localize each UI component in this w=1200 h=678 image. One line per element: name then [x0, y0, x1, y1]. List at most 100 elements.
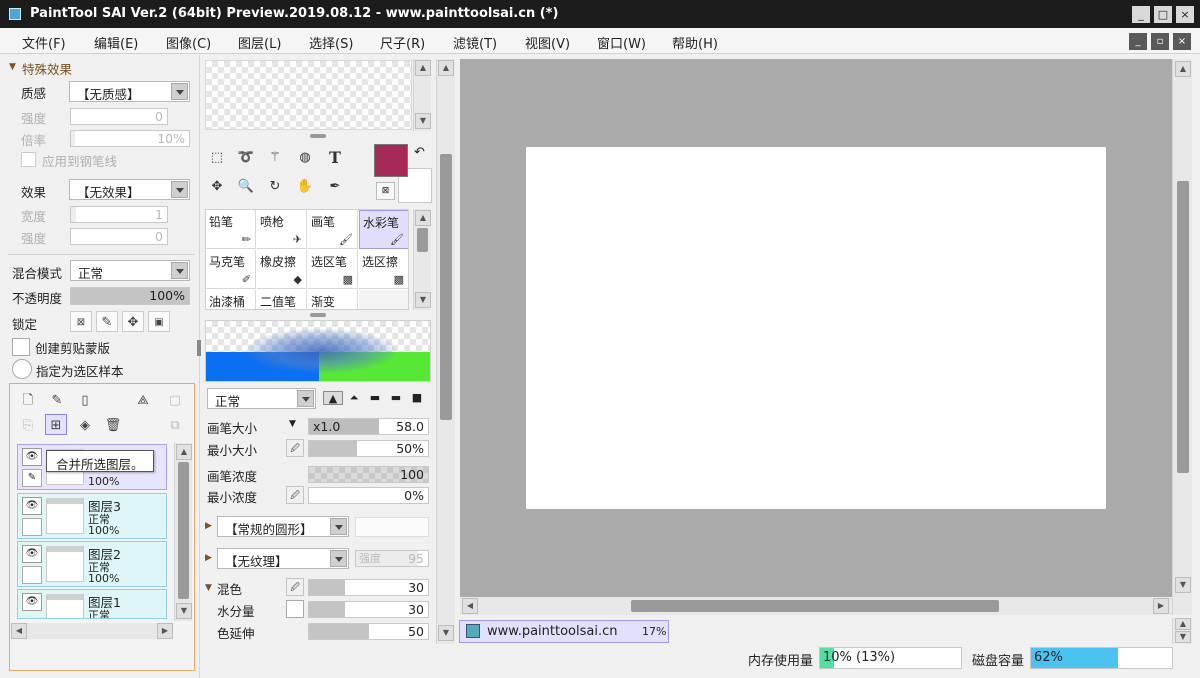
brush-scrollbar[interactable]: ▲ ▼	[413, 209, 431, 310]
shape-round3-icon[interactable]: ▬	[386, 391, 406, 405]
brush-bucket[interactable]: 油漆桶	[206, 290, 256, 309]
brush-pencil[interactable]: 铅笔 ✏	[206, 210, 256, 249]
scroll-thumb[interactable]	[631, 600, 999, 612]
canvas[interactable]	[526, 147, 1106, 509]
scroll-thumb[interactable]	[1177, 181, 1189, 473]
menu-layer[interactable]: 图层(L)	[238, 33, 281, 52]
eye-icon[interactable]: 👁	[22, 448, 42, 466]
brush-shape-select[interactable]: 【常规的圆形】	[217, 516, 349, 537]
scroll-down-icon[interactable]: ▼	[415, 113, 431, 129]
scroll-thumb[interactable]	[417, 228, 428, 252]
scroll-down-icon[interactable]: ▼	[415, 292, 431, 308]
strength2-slider[interactable]: 0	[70, 228, 168, 245]
brush-gradient[interactable]: 渐变	[308, 290, 358, 309]
menu-window[interactable]: 窗口(W)	[597, 33, 646, 52]
minimize-button[interactable]: _	[1132, 6, 1150, 23]
scroll-up-icon[interactable]: ▲	[415, 60, 431, 76]
mdi-close-button[interactable]: ×	[1173, 33, 1191, 50]
new-folder-icon[interactable]: ▯	[74, 390, 96, 411]
layer-flag-box[interactable]	[22, 518, 42, 536]
menu-ruler[interactable]: 尺子(R)	[380, 33, 425, 52]
water-checkbox[interactable]	[286, 600, 304, 618]
stretch-slider[interactable]: 50	[308, 623, 429, 640]
eye-icon[interactable]: 👁	[22, 545, 42, 563]
shape-round2-icon[interactable]: ▬	[365, 391, 385, 405]
rotate-icon[interactable]: ↻	[263, 176, 287, 198]
menu-edit[interactable]: 编辑(E)	[94, 33, 138, 52]
menu-file[interactable]: 文件(F)	[22, 33, 66, 52]
apply-line-checkbox[interactable]	[21, 152, 36, 167]
expand-icon[interactable]: ▶	[205, 553, 212, 563]
scroll-left-icon[interactable]: ◀	[11, 623, 27, 639]
brush-eraser[interactable]: 橡皮擦 ◆	[257, 250, 307, 289]
navigator-scrollbar[interactable]: ▲ ▼	[413, 59, 431, 131]
magic-wand-icon[interactable]: ⚚	[263, 147, 287, 169]
sample-radio[interactable]	[12, 359, 32, 379]
brush-watercolor[interactable]: 水彩笔 🖌	[359, 210, 408, 249]
lasso-icon[interactable]: ➰	[234, 147, 258, 169]
scroll-up-icon[interactable]: ▲	[415, 210, 431, 226]
lock-all-icon[interactable]: ▣	[148, 311, 170, 332]
brush-select-eraser[interactable]: 选区擦 ▩	[359, 250, 408, 289]
layer-mask-icon[interactable]: ▢	[164, 390, 186, 411]
layer-row[interactable]: 👁 图层2 正常 100%	[17, 541, 167, 587]
scroll-up-icon[interactable]: ▲	[1175, 618, 1191, 630]
layer-effect-icon[interactable]: ⟁	[132, 390, 154, 411]
scroll-thumb[interactable]	[440, 154, 452, 420]
layer-menu-icon[interactable]: ⧉	[164, 415, 186, 436]
scroll-down-icon[interactable]: ▼	[1175, 577, 1191, 593]
layer-list-scrollbar[interactable]: ▲ ▼	[174, 443, 192, 621]
pen-icon[interactable]: ✎	[22, 469, 42, 487]
brush-size-slider[interactable]: x1.0 58.0	[308, 418, 429, 435]
scroll-right-icon[interactable]: ▶	[1153, 598, 1169, 614]
scroll-up-icon[interactable]: ▲	[176, 444, 192, 460]
mdi-restore-button[interactable]: ▫	[1151, 33, 1169, 50]
layer-row[interactable]: 👁 图层3 正常 100%	[17, 493, 167, 539]
collapse-icon[interactable]: ▼	[9, 62, 16, 72]
text-icon[interactable]: T	[323, 147, 347, 169]
primary-color-swatch[interactable]	[374, 144, 408, 177]
density-slider[interactable]: 100	[308, 466, 429, 483]
scroll-right-icon[interactable]: ▶	[157, 623, 173, 639]
brush-binary[interactable]: 二值笔	[257, 290, 307, 309]
eyedropper-icon[interactable]: ✒	[323, 176, 347, 198]
maximize-button[interactable]: □	[1154, 6, 1172, 23]
brush-brush[interactable]: 画笔 🖌	[308, 210, 358, 249]
opacity-slider[interactable]: 100%	[70, 287, 190, 305]
scroll-down-icon[interactable]: ▼	[176, 603, 192, 619]
shape-strength-slider[interactable]	[355, 517, 429, 537]
menu-view[interactable]: 视图(V)	[525, 33, 570, 52]
clip-mask-checkbox[interactable]	[12, 338, 30, 356]
tool-panel-scrollbar[interactable]: ▲ ▼	[436, 59, 455, 644]
collapse-icon[interactable]: ▼	[205, 583, 212, 593]
brush-select-pen[interactable]: 选区笔 ▩	[308, 250, 358, 289]
transparent-color-icon[interactable]: ⊠	[376, 182, 395, 200]
brush-mode-select[interactable]: 正常	[207, 388, 316, 409]
min-size-slider[interactable]: 50%	[308, 440, 429, 457]
bucket-icon[interactable]: ◍	[293, 147, 317, 169]
brush-marker[interactable]: 马克笔 ✐	[206, 250, 256, 289]
layer-flag-box[interactable]	[22, 566, 42, 584]
scroll-down-icon[interactable]: ▼	[438, 625, 454, 641]
blend-slider[interactable]: 30	[308, 579, 429, 596]
scale-slider[interactable]: 10%	[70, 130, 190, 147]
texture-select[interactable]: 【无质感】	[69, 81, 190, 102]
menu-help[interactable]: 帮助(H)	[672, 33, 718, 52]
shape-sharp-icon[interactable]: ▲	[323, 391, 343, 405]
brush-texture-select[interactable]: 【无纹理】	[217, 548, 349, 569]
resize-handle[interactable]	[310, 313, 326, 317]
scroll-left-icon[interactable]: ◀	[462, 598, 478, 614]
menu-select[interactable]: 选择(S)	[309, 33, 353, 52]
size-dropdown-icon[interactable]: ▼	[289, 419, 296, 429]
pressure-icon[interactable]: 🖉	[286, 578, 304, 596]
select-rect-icon[interactable]: ⬚	[205, 147, 229, 169]
copy-layer-icon[interactable]: ⎘	[17, 415, 39, 436]
resize-handle[interactable]	[310, 134, 326, 138]
layer-list-hscroll[interactable]: ◀ ▶	[11, 623, 173, 639]
strength-slider[interactable]: 0	[70, 108, 168, 125]
tab-scrollbar[interactable]: ▲ ▼	[1172, 618, 1192, 644]
merge-selected-button[interactable]: ⊞	[45, 414, 67, 435]
hand-icon[interactable]: ✋	[293, 176, 317, 198]
layer-row[interactable]: 👁 图层1 正常	[17, 589, 167, 619]
canvas-hscroll[interactable]: ◀ ▶	[460, 597, 1172, 615]
